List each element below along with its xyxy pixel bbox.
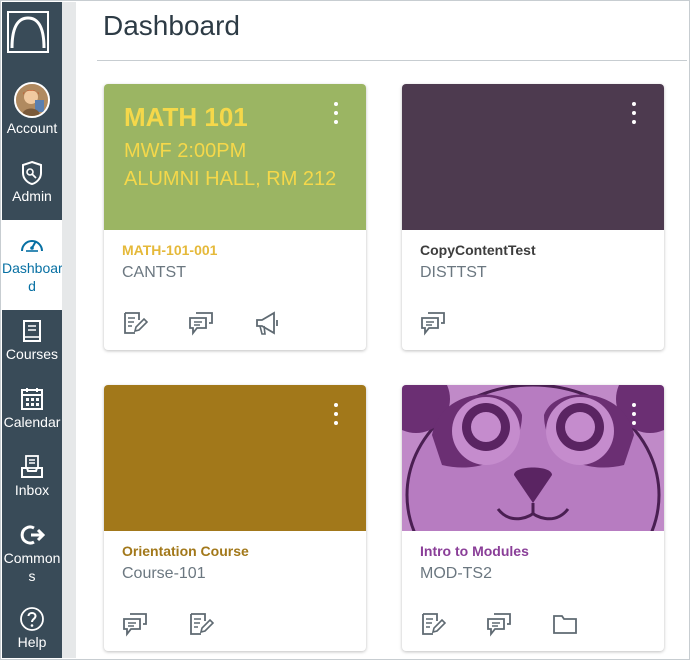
course-code[interactable]: CopyContentTest bbox=[420, 242, 536, 258]
course-term: CANTST bbox=[122, 264, 186, 281]
calendar-icon bbox=[21, 388, 43, 410]
page-title: Dashboard bbox=[103, 10, 240, 41]
raccoon-illustration bbox=[402, 385, 664, 607]
course-term: Course-101 bbox=[122, 565, 206, 582]
nav-calendar[interactable]: Calendar bbox=[2, 386, 62, 430]
nav-admin-label: Admin bbox=[12, 188, 52, 204]
global-nav: Account Admin Dashboar d Courses Calenda… bbox=[2, 2, 63, 658]
inbox-icon bbox=[21, 455, 43, 478]
nav-account[interactable]: Account bbox=[2, 82, 62, 136]
nav-calendar-label: Calendar bbox=[3, 414, 61, 430]
course-card[interactable]: CopyContentTest DISTTST bbox=[402, 84, 664, 350]
nav-account-label: Account bbox=[6, 120, 58, 136]
help-icon bbox=[20, 607, 44, 631]
discussions-icon[interactable] bbox=[122, 611, 148, 637]
course-card-hero[interactable] bbox=[104, 385, 366, 531]
assignments-icon[interactable] bbox=[188, 611, 215, 637]
course-code[interactable]: Intro to Modules bbox=[420, 543, 529, 559]
course-card-hero[interactable]: MATH 101 MWF 2:00PM ALUMNI HALL, RM 212 bbox=[104, 84, 366, 230]
canvas-logo-icon[interactable] bbox=[6, 10, 50, 54]
course-term: MOD-TS2 bbox=[420, 565, 492, 582]
nav-gutter bbox=[62, 2, 76, 658]
course-card-hero[interactable] bbox=[402, 84, 664, 230]
nav-help-label: Help bbox=[17, 634, 47, 650]
course-term: DISTTST bbox=[420, 264, 487, 281]
nav-courses[interactable]: Courses bbox=[2, 318, 62, 362]
course-card-hero[interactable] bbox=[402, 385, 664, 607]
course-code[interactable]: Orientation Course bbox=[122, 543, 249, 559]
nav-commons-label-line2: s bbox=[28, 568, 36, 584]
nav-inbox[interactable]: Inbox bbox=[2, 454, 62, 498]
nav-inbox-label: Inbox bbox=[14, 482, 50, 498]
shield-icon bbox=[22, 160, 42, 186]
discussions-icon[interactable] bbox=[188, 310, 214, 336]
nav-dashboard[interactable]: Dashboar d bbox=[2, 220, 63, 310]
hero-title: MATH 101 bbox=[124, 102, 248, 132]
announcements-icon[interactable] bbox=[254, 310, 280, 336]
hero-line-schedule: MWF 2:00PM bbox=[124, 140, 247, 162]
nav-dashboard-label-line2: d bbox=[28, 278, 36, 294]
card-options-icon[interactable] bbox=[628, 102, 640, 128]
title-divider bbox=[97, 60, 687, 61]
hero-line-location: ALUMNI HALL, RM 212 bbox=[124, 168, 337, 190]
card-options-icon[interactable] bbox=[330, 102, 342, 128]
course-code[interactable]: MATH-101-001 bbox=[122, 242, 217, 258]
discussions-icon[interactable] bbox=[486, 611, 512, 637]
nav-admin[interactable]: Admin bbox=[2, 160, 62, 204]
nav-help[interactable]: Help bbox=[2, 606, 62, 650]
courses-icon bbox=[23, 320, 41, 342]
avatar bbox=[14, 82, 50, 118]
card-options-icon[interactable] bbox=[330, 403, 342, 429]
course-card[interactable]: Intro to Modules MOD-TS2 bbox=[402, 385, 664, 651]
files-icon[interactable] bbox=[552, 611, 578, 637]
dashboard-icon bbox=[21, 240, 43, 252]
assignments-icon[interactable] bbox=[122, 310, 149, 336]
course-card[interactable]: Orientation Course Course-101 bbox=[104, 385, 366, 651]
discussions-icon[interactable] bbox=[420, 310, 446, 336]
nav-commons[interactable]: Common s bbox=[2, 522, 62, 584]
card-options-icon[interactable] bbox=[628, 403, 640, 429]
nav-dashboard-label-line1: Dashboar bbox=[2, 260, 63, 276]
nav-courses-label: Courses bbox=[5, 346, 59, 362]
commons-icon bbox=[20, 525, 45, 545]
assignments-icon[interactable] bbox=[420, 611, 447, 637]
course-card[interactable]: MATH 101 MWF 2:00PM ALUMNI HALL, RM 212 … bbox=[104, 84, 366, 350]
nav-commons-label-line1: Common bbox=[3, 550, 61, 566]
